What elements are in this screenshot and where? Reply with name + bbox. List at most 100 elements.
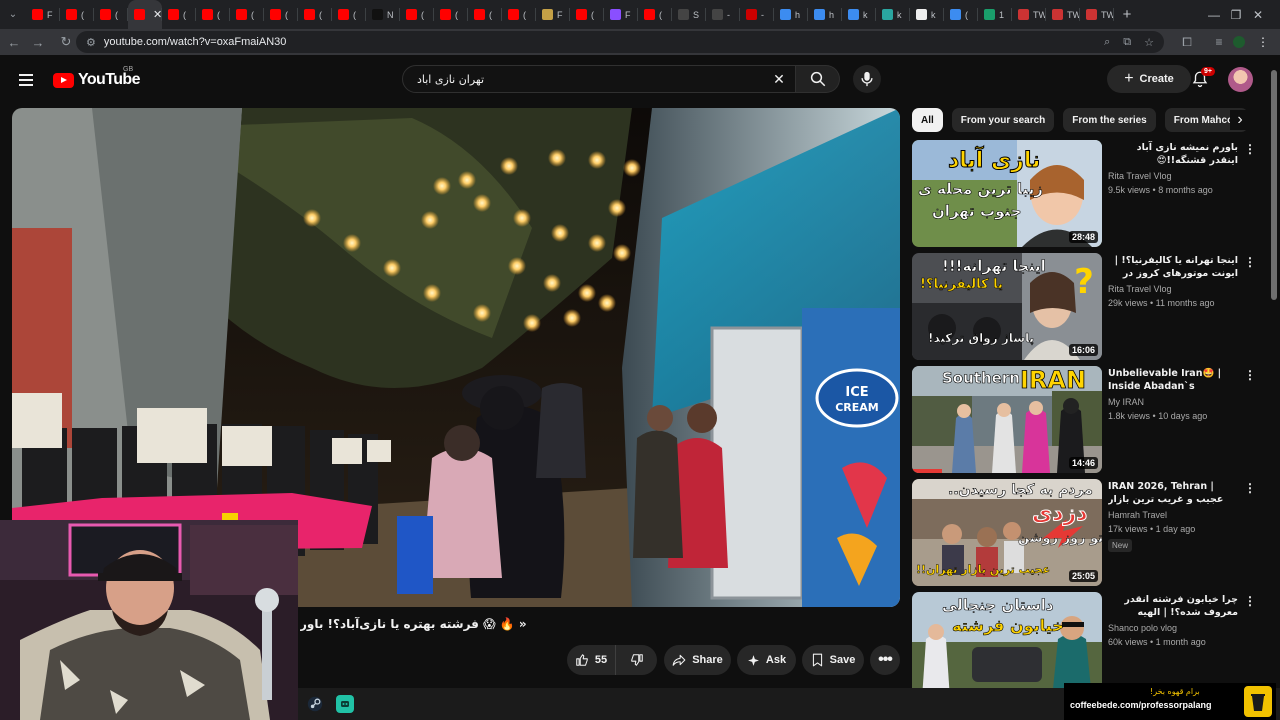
kebab-menu-icon[interactable]: ⋮ (1244, 142, 1256, 156)
browser-tab[interactable]: F (536, 0, 570, 29)
browser-tab[interactable]: ( (468, 0, 502, 29)
browser-tab[interactable]: ✕ (128, 0, 162, 29)
browser-tab[interactable]: h (774, 0, 808, 29)
video-thumbnail[interactable]: ? اینجا تهرانه!!! یا کالیفرنیا؟! پاساژ ر… (912, 253, 1102, 360)
dislike-button[interactable] (615, 645, 657, 675)
tab-label: ( (81, 9, 84, 20)
related-video-title[interactable]: Unbelievable Iran🤩 | Inside Abadan`s Big… (1108, 367, 1238, 393)
browser-tab[interactable]: ( (264, 0, 298, 29)
browser-tab[interactable]: - (706, 0, 740, 29)
guide-menu-icon[interactable] (14, 67, 40, 93)
extensions-icon[interactable]: ⧠ (1176, 35, 1198, 50)
browser-tab[interactable]: ( (332, 0, 366, 29)
related-video-item[interactable]: ? اینجا تهرانه!!! یا کالیفرنیا؟! پاساژ ر… (912, 253, 1256, 361)
kebab-menu-icon[interactable]: ⋮ (1244, 368, 1256, 382)
channel-name[interactable]: Rita Travel Vlog (1108, 284, 1238, 294)
scrollbar-thumb[interactable] (1271, 70, 1277, 300)
browser-tab[interactable]: S (672, 0, 706, 29)
youtube-logo[interactable]: YouTube GB (53, 66, 140, 91)
browser-tab[interactable]: N (366, 0, 400, 29)
browser-tab[interactable]: ( (196, 0, 230, 29)
search-input[interactable] (403, 72, 763, 86)
app-icon[interactable] (336, 695, 354, 713)
browser-tab[interactable]: ( (502, 0, 536, 29)
share-icon (672, 654, 686, 666)
related-video-item[interactable]: Southern IRAN 14:46 Unbelievable Iran🤩 |… (912, 366, 1256, 474)
browser-tab[interactable]: F (26, 0, 60, 29)
filter-chip[interactable]: From the series (1063, 108, 1156, 132)
related-video-title[interactable]: باورم نمیشه نازی آباد اینقدر قشنگه!!😍 (1108, 141, 1238, 167)
channel-name[interactable]: Rita Travel Vlog (1108, 171, 1238, 181)
install-app-icon[interactable]: ⧉ (1123, 36, 1131, 49)
share-button[interactable]: Share (664, 645, 731, 675)
close-tab-icon[interactable]: ✕ (153, 8, 162, 21)
kebab-menu-icon[interactable]: ⋮ (1244, 594, 1252, 608)
video-thumbnail[interactable]: Southern IRAN 14:46 (912, 366, 1102, 473)
browser-tab[interactable]: ( (944, 0, 978, 29)
browser-tab[interactable]: ( (400, 0, 434, 29)
bookmark-star-icon[interactable]: ☆ (1144, 36, 1154, 49)
browser-tab[interactable]: k (842, 0, 876, 29)
tab-favicon-icon (542, 9, 553, 20)
browser-tab[interactable]: F (604, 0, 638, 29)
chevron-right-icon[interactable]: › (1230, 110, 1250, 130)
voice-search-button[interactable] (853, 65, 881, 93)
address-bar[interactable]: ⚙ youtube.com/watch?v=oxaFmaiAN30 ⌕ ⧉ ☆ (76, 31, 1164, 53)
filter-chip[interactable]: All (912, 108, 943, 132)
channel-name[interactable]: My IRAN (1108, 397, 1238, 407)
kebab-menu-icon[interactable]: ⋮ (1244, 481, 1256, 495)
browser-tab[interactable]: k (876, 0, 910, 29)
ask-button[interactable]: Ask (737, 645, 796, 675)
browser-tab[interactable]: ( (60, 0, 94, 29)
kebab-menu-icon[interactable]: ⋮ (1244, 255, 1256, 269)
browser-tab[interactable]: k (910, 0, 944, 29)
chrome-menu-icon[interactable]: ⋮ (1252, 35, 1274, 49)
filter-chip[interactable]: From your search (951, 108, 1055, 132)
new-tab-button[interactable]: + (1114, 6, 1140, 23)
site-info-icon[interactable]: ⚙ (86, 36, 96, 49)
related-video-item[interactable]: داستان جنجالی خیابون فرشته چرا خیابون فر… (912, 592, 1252, 688)
browser-tab[interactable]: h (808, 0, 842, 29)
browser-tab[interactable]: ( (570, 0, 604, 29)
browser-tab[interactable]: ( (434, 0, 468, 29)
browser-tab[interactable]: TW (1046, 0, 1080, 29)
forward-icon[interactable]: → (26, 35, 50, 50)
channel-name[interactable]: Hamrah Travel (1108, 510, 1238, 520)
browser-tab[interactable]: TW (1080, 0, 1114, 29)
related-video-title[interactable]: اینجا تهرانه یا کالیفرنیا؟! | ایونت موتو… (1108, 254, 1238, 280)
related-video-title[interactable]: IRAN 2026, Tehran | عجیب و غریب ترین باز… (1108, 480, 1238, 506)
related-video-item[interactable]: مردم به کجا رسیدن.. دزدی تو روز روشن عجی… (912, 479, 1256, 587)
browser-tab[interactable]: - (740, 0, 774, 29)
like-button[interactable]: 55 (567, 645, 615, 675)
browser-tab[interactable]: TW (1012, 0, 1046, 29)
duration-badge: 28:48 (1068, 231, 1098, 243)
close-window-icon[interactable]: ✕ (1236, 0, 1280, 29)
tab-search-icon[interactable]: ⌄ (0, 0, 26, 29)
media-controls-icon[interactable]: ≡ (1208, 35, 1230, 49)
page-scrollbar[interactable] (1268, 60, 1280, 688)
save-button[interactable]: Save (802, 645, 864, 675)
browser-tab[interactable]: ( (230, 0, 264, 29)
browser-tab[interactable]: ( (94, 0, 128, 29)
more-actions-button[interactable]: ••• (870, 645, 900, 675)
search-button[interactable] (796, 65, 840, 93)
steam-icon[interactable] (306, 695, 324, 713)
account-avatar[interactable] (1228, 67, 1253, 92)
create-button[interactable]: + Create (1107, 65, 1191, 93)
back-icon[interactable]: ← (2, 35, 26, 50)
browser-tab[interactable]: ( (162, 0, 196, 29)
browser-tab[interactable]: 1 (978, 0, 1012, 29)
reload-icon[interactable]: ↻ (54, 34, 78, 50)
profile-icon[interactable] (1230, 36, 1248, 48)
related-video-title[interactable]: چرا خیابون فرشته انقدر معروف شده؟! | اله… (1108, 593, 1238, 619)
zoom-icon[interactable]: ⌕ (1104, 36, 1110, 49)
sponsor-link[interactable]: coffeebede.com/professorpalang (1070, 700, 1212, 710)
browser-tab[interactable]: ( (298, 0, 332, 29)
clear-search-icon[interactable]: ✕ (769, 69, 789, 89)
channel-name[interactable]: Shanco polo vlog (1108, 623, 1238, 633)
related-video-item[interactable]: نازی آباد زیبا ترین محله ی جنوب تهران 28… (912, 140, 1256, 248)
video-thumbnail[interactable]: داستان جنجالی خیابون فرشته (912, 592, 1102, 688)
browser-tab[interactable]: ( (638, 0, 672, 29)
video-thumbnail[interactable]: مردم به کجا رسیدن.. دزدی تو روز روشن عجی… (912, 479, 1102, 586)
video-thumbnail[interactable]: نازی آباد زیبا ترین محله ی جنوب تهران 28… (912, 140, 1102, 247)
